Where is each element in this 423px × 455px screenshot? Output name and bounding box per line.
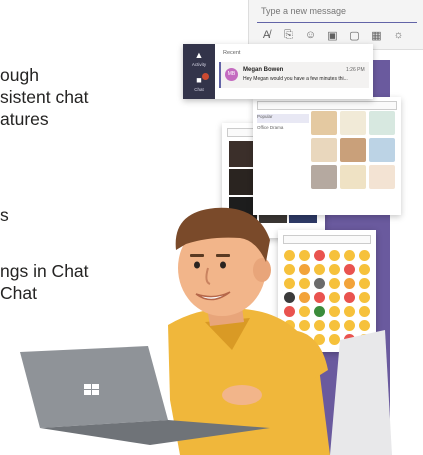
hand-shape — [222, 385, 262, 405]
eye-shape — [194, 261, 200, 269]
chair-shape — [330, 330, 392, 455]
ear-shape — [253, 258, 271, 282]
eyebrow-shape — [216, 254, 230, 257]
eye-shape — [220, 261, 226, 269]
eyebrow-shape — [190, 254, 204, 257]
person-illustration — [20, 207, 392, 455]
